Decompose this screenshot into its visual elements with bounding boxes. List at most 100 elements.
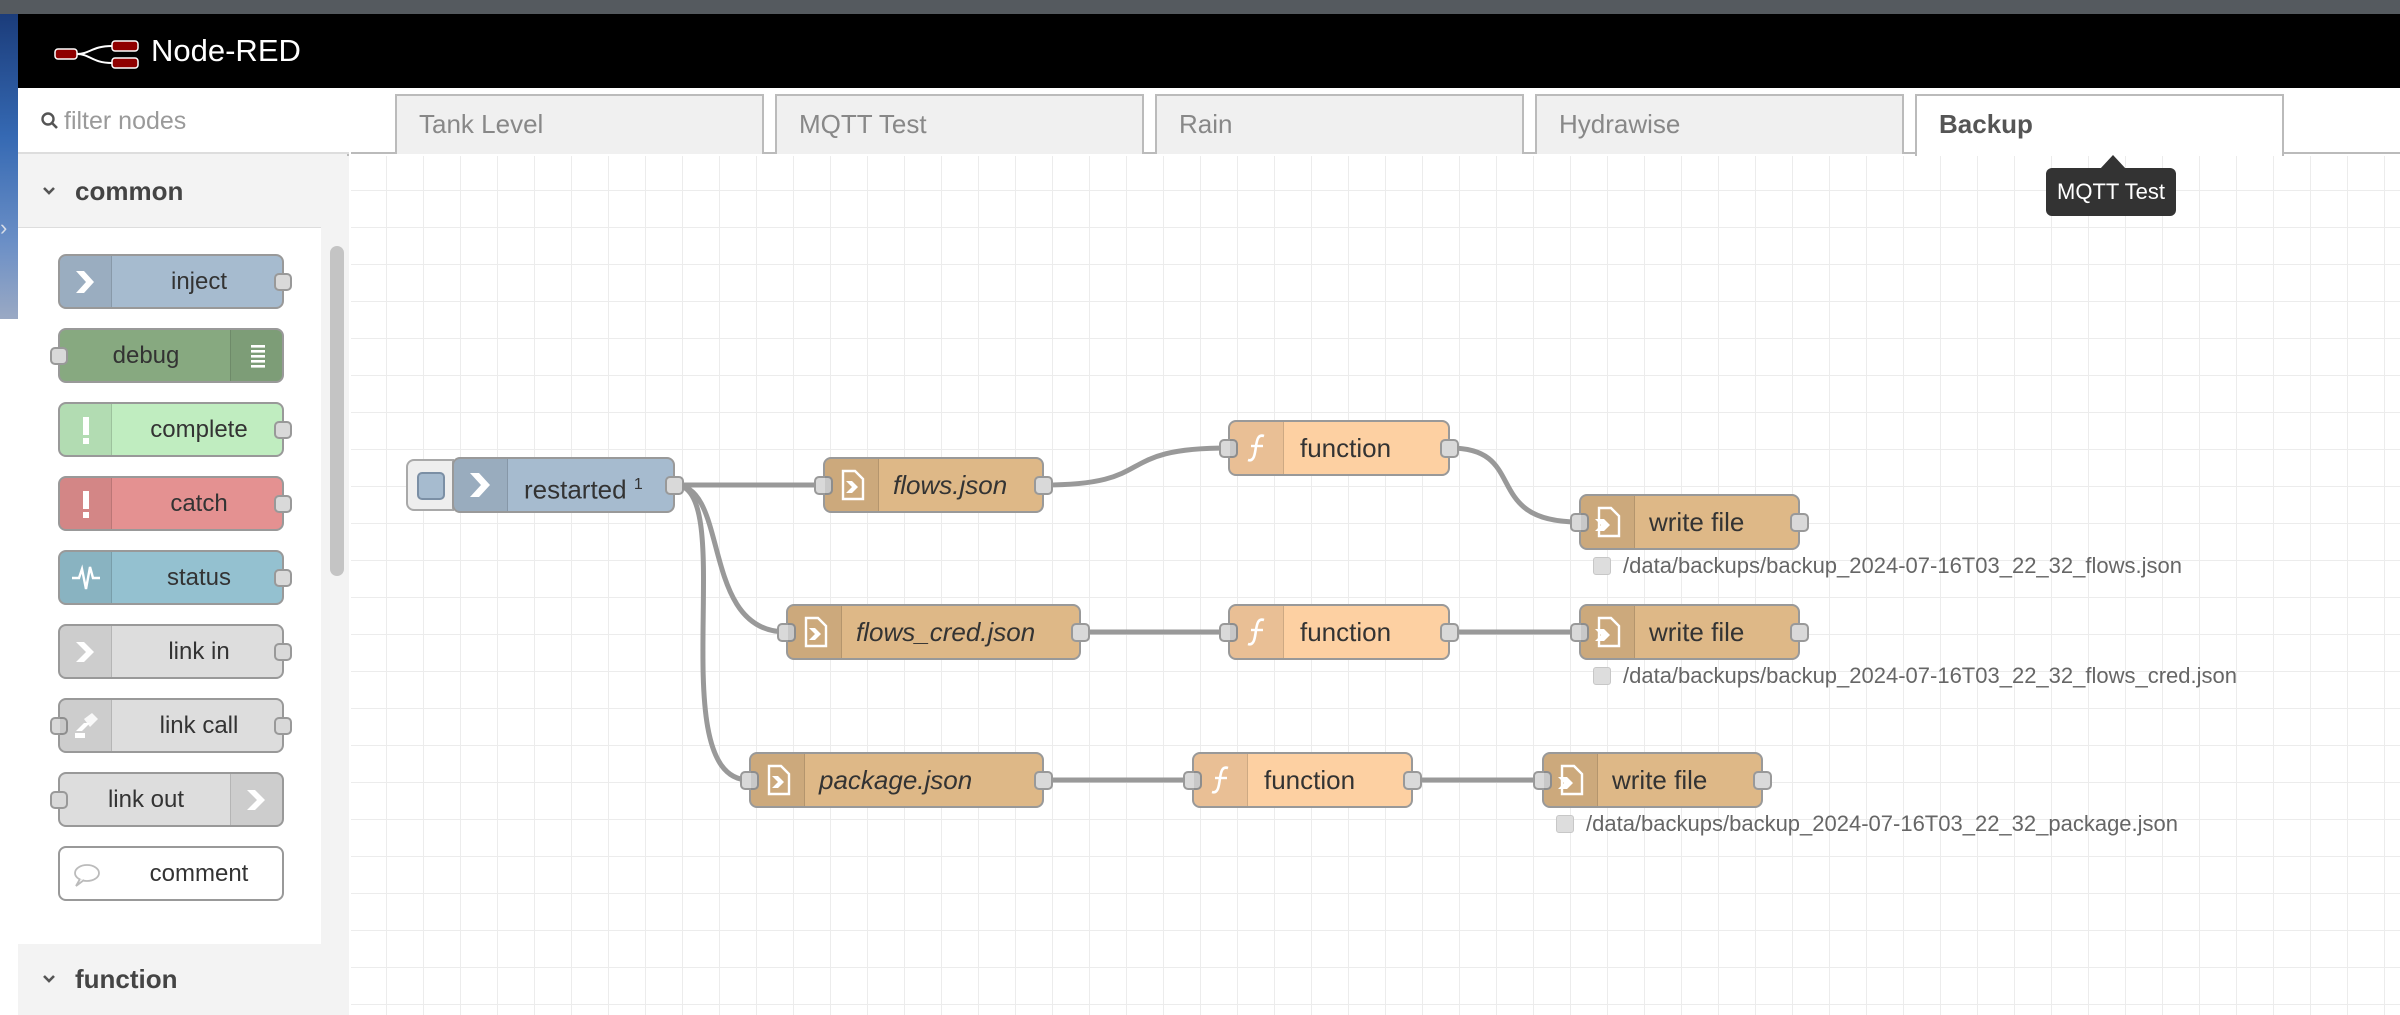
output-port[interactable] (274, 495, 292, 513)
palette-node-link-in[interactable]: link in (58, 624, 292, 679)
search-icon (41, 112, 58, 129)
node-label: status (166, 564, 232, 591)
node-label: complete (150, 416, 248, 443)
palette-node-status[interactable]: status (58, 550, 292, 605)
node-icon-box (1194, 754, 1248, 806)
status-text: /data/backups/backup_2024-07-16T03_22_32… (1586, 811, 2179, 836)
palette-node-link-call[interactable]: link call (50, 698, 292, 753)
category-header-function[interactable]: function (18, 944, 321, 1015)
node-label: catch (170, 490, 228, 517)
output-port[interactable] (665, 476, 684, 495)
tab-hydrawise[interactable]: Hydrawise (1535, 94, 1904, 154)
flow-node-restarted[interactable]: restarted 1 (452, 457, 684, 513)
node-icon-box (788, 606, 842, 658)
output-port[interactable] (1034, 771, 1053, 790)
output-port[interactable] (1753, 771, 1772, 790)
tab-mqtt-test[interactable]: MQTT Test (775, 94, 1144, 154)
category-header-common[interactable]: common (18, 156, 321, 228)
node-label: function (1264, 765, 1356, 795)
status-indicator (1593, 557, 1611, 575)
palette-node-link-out[interactable]: link out (50, 772, 284, 827)
palette-list: common inject debug complete catch statu… (18, 156, 321, 1015)
pulse-icon (72, 564, 100, 590)
node-red-logo-icon (54, 40, 139, 69)
tooltip-arrow (2100, 155, 2126, 169)
node-palette: common inject debug (18, 88, 349, 1015)
arrow-in-icon (76, 271, 94, 293)
node-icon-box (1230, 422, 1284, 474)
flow-node-flows-json[interactable]: flows.json (814, 457, 1053, 513)
output-port[interactable] (274, 421, 292, 439)
node-icon-box (825, 459, 879, 511)
status-text: /data/backups/backup_2024-07-16T03_22_32… (1623, 553, 2182, 578)
node-icon-box (60, 404, 112, 455)
inject-trigger-button[interactable] (406, 459, 454, 511)
output-port[interactable] (1071, 623, 1090, 642)
link-call-icon (75, 713, 98, 738)
category-body-common: inject debug complete catch status link … (18, 228, 321, 944)
node-icon-box (60, 552, 112, 603)
node-label: restarted 1 (524, 459, 643, 511)
output-port[interactable] (274, 273, 292, 291)
node-label: link call (159, 712, 239, 739)
palette-node-complete[interactable]: complete (58, 402, 292, 457)
node-icon-box (230, 330, 282, 381)
palette-node-inject[interactable]: inject (58, 254, 292, 309)
flow-node-write-file-2[interactable]: write file (1570, 604, 1809, 660)
node-label: comment (149, 860, 249, 887)
node-icon-box (60, 478, 112, 529)
tab-tank-level[interactable]: Tank Level (395, 94, 764, 154)
filter-nodes-input[interactable] (64, 102, 334, 140)
palette-node-debug[interactable]: debug (50, 328, 284, 383)
output-port[interactable] (274, 717, 292, 735)
output-port[interactable] (1440, 439, 1459, 458)
link-out-icon (247, 790, 265, 810)
flow-workspace[interactable] (351, 156, 2400, 1015)
palette-scrollbar[interactable] (323, 156, 349, 1015)
node-label: package.json (819, 765, 973, 795)
workspace-tab-bar: Tank Level MQTT Test Rain Hydrawise Back… (351, 88, 2400, 156)
output-port[interactable] (1403, 771, 1422, 790)
tab-backup[interactable]: Backup (1915, 94, 2284, 156)
output-port[interactable] (1034, 476, 1053, 495)
palette-node-catch[interactable]: catch (58, 476, 292, 531)
flow-node-write-file-3[interactable]: write file (1533, 752, 1772, 808)
output-port[interactable] (274, 643, 292, 661)
flow-node-function-2[interactable]: function (1219, 604, 1459, 660)
function-icon (1247, 434, 1265, 462)
output-port[interactable] (1440, 623, 1459, 642)
inject-trigger-icon (417, 472, 445, 500)
node-label: link in (168, 638, 230, 665)
exclamation-icon (83, 417, 89, 444)
output-port[interactable] (1790, 623, 1809, 642)
function-icon (1211, 766, 1229, 794)
node-label-superscript: 1 (633, 476, 643, 493)
file-in-icon (841, 469, 865, 501)
flow-node-package-json[interactable]: package.json (740, 752, 1053, 808)
tab-tooltip: MQTT Test (2046, 168, 2176, 216)
palette-scrollbar-thumb[interactable] (330, 246, 344, 576)
window-top-strip (0, 0, 2400, 14)
node-label: write file (1649, 617, 1745, 647)
node-icon-box (60, 700, 112, 751)
flow-node-write-file-1[interactable]: write file (1570, 494, 1809, 550)
flow-node-function-1[interactable]: function (1219, 420, 1459, 476)
node-icon-box (454, 459, 508, 511)
palette-node-comment[interactable]: comment (58, 846, 284, 901)
file-in-icon (767, 764, 791, 796)
tab-rain[interactable]: Rain (1155, 94, 1524, 154)
node-icon-box (1230, 606, 1284, 658)
output-port[interactable] (1790, 513, 1809, 532)
node-label: link out (107, 786, 185, 813)
arrow-in-icon (470, 473, 490, 497)
flow-node-function-3[interactable]: function (1183, 752, 1422, 808)
flow-node-flows-cred-json[interactable]: flows_cred.json (777, 604, 1090, 660)
node-icon-box (751, 754, 805, 806)
node-icon-box (230, 774, 282, 825)
node-label: flows_cred.json (856, 617, 1036, 647)
output-port[interactable] (274, 569, 292, 587)
node-icon-box (1581, 496, 1635, 548)
node-icon-box (1581, 606, 1635, 658)
background-desktop-peek: › (0, 14, 18, 319)
speech-bubble-icon (74, 864, 100, 887)
